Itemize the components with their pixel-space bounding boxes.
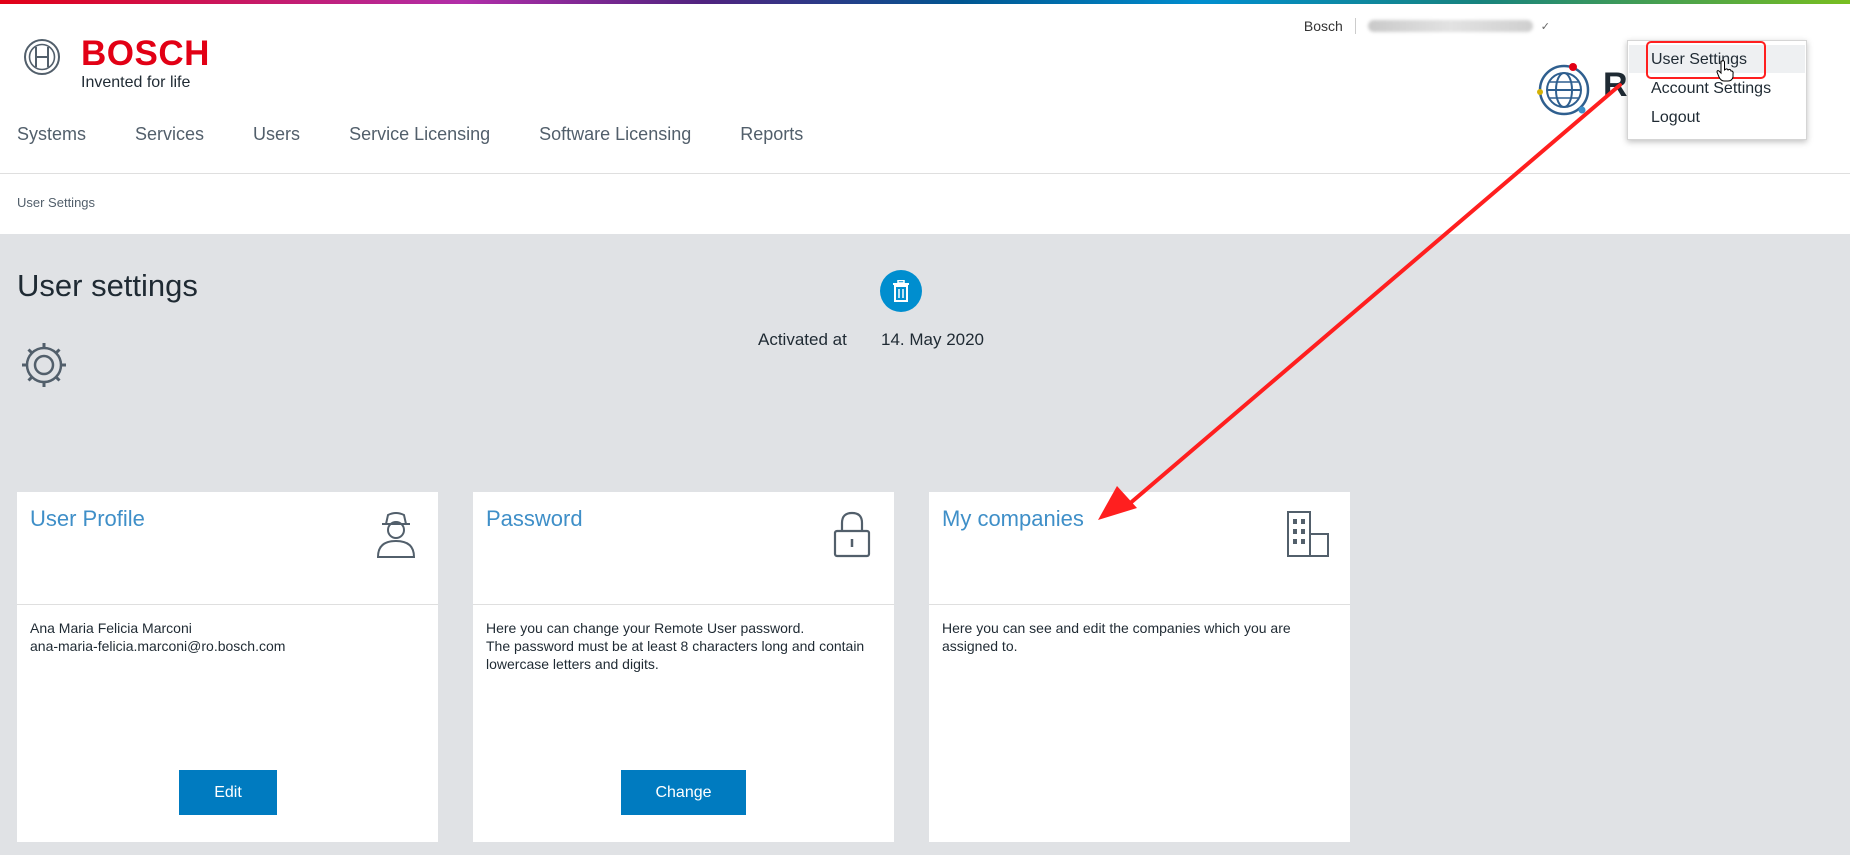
edit-profile-button[interactable]: Edit [179,770,277,815]
company-link[interactable]: Bosch [1304,18,1343,34]
nav-item-services[interactable]: Services [135,124,204,145]
card-title: My companies [942,506,1084,531]
page-title: User settings [17,268,198,303]
top-bar-divider [1354,18,1356,34]
gear-icon [20,341,68,389]
building-icon [1286,510,1330,558]
nav-item-software-licensing[interactable]: Software Licensing [539,124,691,145]
card-title: Password [486,506,583,531]
nav-item-users[interactable]: Users [253,124,300,145]
activated-label: Activated at [758,330,847,349]
card-my-companies: My companies Here you can see and edit t… [929,492,1350,842]
activated-date: 14. May 2020 [881,330,985,349]
profile-email: ana-maria-felicia.marconi@ro.bosch.com [30,638,286,654]
brand-tagline: Invented for life [81,74,191,91]
card-user-profile: User Profile Ana Maria Felicia Marconi a… [17,492,438,842]
profile-name: Ana Maria Felicia Marconi [30,620,192,636]
bosch-armature-icon [23,38,61,76]
password-text-line: The password must be at least 8 characte… [486,638,865,654]
user-menu-toggle[interactable] [1367,20,1533,32]
card-title: User Profile [30,506,145,531]
card-body: Here you can see and edit the companies … [942,619,1337,655]
app-name: R [1603,66,1628,104]
globe-icon [1536,62,1592,118]
companies-text-line: assigned to. [942,638,1018,654]
chevron-down-icon[interactable]: ✓ [1541,20,1550,33]
companies-text-line: Here you can see and edit the companies … [942,620,1291,636]
user-icon [374,510,418,558]
lock-icon [830,510,874,558]
main-nav: Systems Services Users Service Licensing… [17,124,852,145]
password-text-line: lowercase letters and digits. [486,656,659,672]
nav-item-reports[interactable]: Reports [740,124,803,145]
trash-icon [893,280,909,302]
menu-item-logout[interactable]: Logout [1651,109,1700,127]
annotation-highlight-box [1646,41,1766,79]
top-user-bar: Bosch ✓ [1304,18,1550,34]
nav-item-service-licensing[interactable]: Service Licensing [349,124,490,145]
menu-item-account-settings[interactable]: Account Settings [1651,80,1771,98]
card-divider [929,604,1350,605]
change-password-button[interactable]: Change [621,770,746,815]
card-body: Ana Maria Felicia Marconi ana-maria-feli… [30,619,425,655]
nav-item-systems[interactable]: Systems [17,124,86,145]
card-divider [17,604,438,605]
card-divider [473,604,894,605]
breadcrumb: User Settings [17,195,96,210]
nav-divider [0,173,1850,174]
card-password: Password Here you can change your Remote… [473,492,894,842]
card-body: Here you can change your Remote User pas… [486,619,881,673]
brand-logo-text[interactable]: BOSCH [81,34,210,74]
hand-cursor-icon [1716,60,1734,82]
password-text-line: Here you can change your Remote User pas… [486,620,805,636]
delete-user-button[interactable] [880,270,922,312]
